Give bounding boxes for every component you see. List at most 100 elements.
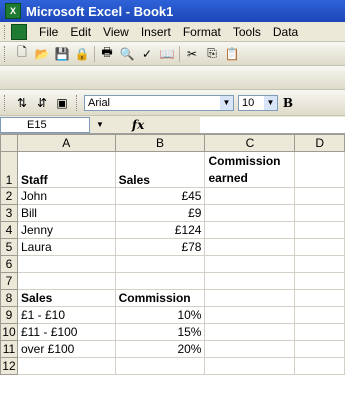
cell-d8[interactable] (294, 289, 345, 307)
cell-a12[interactable] (16, 357, 116, 375)
cell-c5[interactable] (204, 238, 296, 256)
cell-a11[interactable]: over £100 (16, 340, 116, 358)
open-icon[interactable]: 📂 (34, 46, 50, 62)
fx-icon[interactable]: fx (132, 118, 144, 132)
cell-a1[interactable]: Staff (16, 151, 116, 188)
workbook-icon[interactable] (11, 23, 27, 40)
print-icon[interactable]: 🖶 (99, 45, 115, 62)
row-header[interactable]: 10 (0, 323, 18, 341)
cell-a5[interactable]: Laura (16, 238, 116, 256)
font-name-combo[interactable]: Arial ▼ (84, 94, 234, 111)
row-header[interactable]: 7 (0, 272, 18, 290)
cell-b4[interactable]: £124 (114, 221, 206, 239)
chevron-down-icon[interactable]: ▼ (220, 95, 233, 110)
column-header-a[interactable]: A (16, 134, 116, 152)
cell-b10[interactable]: 15% (114, 323, 206, 341)
cell-c1[interactable]: Commission earned (204, 151, 296, 188)
table-row: 3 Bill £9 (0, 204, 345, 222)
cell-c8[interactable] (204, 289, 296, 307)
cell-d7[interactable] (294, 272, 345, 290)
cell-b6[interactable] (114, 255, 206, 273)
cell-a10[interactable]: £11 - £100 (16, 323, 116, 341)
menu-insert[interactable]: Insert (135, 25, 177, 39)
column-header-d[interactable]: D (294, 134, 345, 152)
cell-a2[interactable]: John (16, 187, 116, 205)
cell-c4[interactable] (204, 221, 296, 239)
menu-edit[interactable]: Edit (64, 25, 97, 39)
chevron-down-icon[interactable]: ▼ (264, 95, 277, 110)
row-header[interactable]: 2 (0, 187, 18, 205)
cell-c2[interactable] (204, 187, 296, 205)
cell-c9[interactable] (204, 306, 296, 324)
row-header[interactable]: 12 (0, 357, 18, 375)
row-header[interactable]: 11 (0, 340, 18, 358)
cell-c10[interactable] (204, 323, 296, 341)
cell-a9[interactable]: £1 - £10 (16, 306, 116, 324)
cell-d12[interactable] (294, 357, 345, 375)
cell-b2[interactable]: £45 (114, 187, 206, 205)
new-icon[interactable]: 🗋 (14, 45, 30, 62)
cell-c6[interactable] (204, 255, 296, 273)
cell-b1[interactable]: Sales (114, 151, 206, 188)
column-header-b[interactable]: B (114, 134, 206, 152)
cut-icon[interactable]: ✂ (184, 46, 200, 62)
sort-ascending-icon[interactable]: ⇅ (14, 95, 30, 111)
excel-app-icon: X (5, 3, 21, 19)
menu-file[interactable]: File (33, 25, 64, 39)
cell-b11[interactable]: 20% (114, 340, 206, 358)
permission-icon[interactable]: 🔒 (74, 46, 90, 62)
cell-a8[interactable]: Sales (16, 289, 116, 307)
formula-bar: E15 ▼ fx (0, 116, 345, 134)
cell-b7[interactable] (114, 272, 206, 290)
menu-tools[interactable]: Tools (227, 25, 267, 39)
research-icon[interactable]: 📖 (159, 46, 175, 62)
print-preview-icon[interactable]: 🔍 (119, 46, 135, 62)
cell-b9[interactable]: 10% (114, 306, 206, 324)
row-header[interactable]: 3 (0, 204, 18, 222)
cell-c7[interactable] (204, 272, 296, 290)
sort-descending-icon[interactable]: ⇵ (34, 95, 50, 111)
cell-b3[interactable]: £9 (114, 204, 206, 222)
cell-d4[interactable] (294, 221, 345, 239)
save-icon[interactable]: 💾 (54, 46, 70, 62)
menu-format[interactable]: Format (177, 25, 227, 39)
cell-c3[interactable] (204, 204, 296, 222)
cell-a4[interactable]: Jenny (16, 221, 116, 239)
cell-b5[interactable]: £78 (114, 238, 206, 256)
cell-d1[interactable] (294, 151, 345, 188)
cell-c12[interactable] (204, 357, 296, 375)
cell-b8[interactable]: Commission (114, 289, 206, 307)
image-icon[interactable]: ▣ (54, 95, 70, 111)
cell-d10[interactable] (294, 323, 345, 341)
column-header-c[interactable]: C (204, 134, 296, 152)
font-size-combo[interactable]: 10 ▼ (238, 94, 278, 111)
cell-b12[interactable] (114, 357, 206, 375)
name-box[interactable]: E15 (0, 116, 90, 133)
menu-view[interactable]: View (97, 25, 135, 39)
row-header[interactable]: 6 (0, 255, 18, 273)
paste-icon[interactable]: 📋 (224, 46, 240, 62)
bold-button[interactable]: B (280, 95, 296, 111)
select-all-corner[interactable] (0, 134, 18, 152)
formula-input[interactable] (200, 117, 345, 133)
cell-d5[interactable] (294, 238, 345, 256)
cell-a7[interactable] (16, 272, 116, 290)
row-header[interactable]: 8 (0, 289, 18, 307)
chevron-down-icon[interactable]: ▼ (96, 120, 104, 129)
cell-c11[interactable] (204, 340, 296, 358)
cell-d6[interactable] (294, 255, 345, 273)
row-header[interactable]: 1 (0, 151, 18, 188)
cell-d2[interactable] (294, 187, 345, 205)
cell-d3[interactable] (294, 204, 345, 222)
row-header[interactable]: 4 (0, 221, 18, 239)
copy-icon[interactable]: ⎘ (204, 46, 220, 62)
row-header[interactable]: 9 (0, 306, 18, 324)
table-row: 5 Laura £78 (0, 238, 345, 256)
spelling-icon[interactable]: ✓ (139, 46, 155, 62)
menu-data[interactable]: Data (267, 25, 304, 39)
cell-d11[interactable] (294, 340, 345, 358)
cell-d9[interactable] (294, 306, 345, 324)
row-header[interactable]: 5 (0, 238, 18, 256)
cell-a3[interactable]: Bill (16, 204, 116, 222)
cell-a6[interactable] (16, 255, 116, 273)
